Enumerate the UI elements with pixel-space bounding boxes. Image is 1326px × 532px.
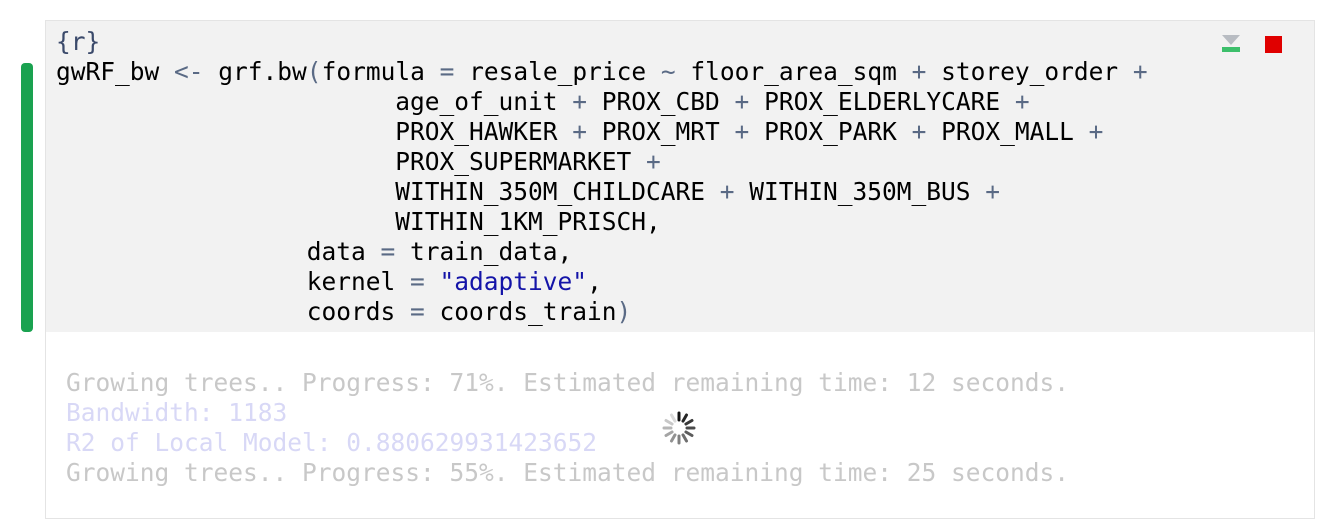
spinner-tick [664,419,674,426]
code-token: PROX_HAWKER [56,117,573,146]
spinner-tick [684,419,694,426]
stop-icon[interactable] [1265,35,1282,53]
code-token: gwRF_bw [56,57,175,86]
chunk-output: Growing trees.. Progress: 71%. Estimated… [66,368,1069,488]
code-token: = [439,57,455,86]
spinner-tick [681,433,688,443]
code-line: gwRF_bw <- grf.bw(formula = resale_price… [56,57,1148,87]
output-line: Growing trees.. Progress: 71%. Estimated… [66,368,1070,397]
loading-spinner-icon [662,411,696,445]
code-token: + [646,147,661,176]
spinner-tick [670,413,677,423]
code-token: + [985,177,1001,206]
code-token: + [1132,57,1148,86]
code-token: WITHIN_350M_BUS [734,177,986,206]
code-token: kernel [56,267,411,296]
run-all-below-icon[interactable] [1221,35,1241,53]
code-token: + [734,117,750,146]
code-token: = [410,267,425,296]
output-line: Bandwidth: 1183 [66,398,288,427]
code-line: WITHIN_350M_CHILDCARE + WITHIN_350M_BUS … [56,177,1148,207]
code-token: + [719,177,735,206]
code-line: coords = coords_train) [56,297,1148,327]
chunk-header: {r} [56,27,101,56]
running-indicator-bar [21,63,33,332]
code-token: train_data, [395,237,573,266]
code-token: data [56,237,381,266]
code-token: age_of_unit [56,87,573,116]
spinner-tick [684,430,694,437]
code-token: PROX_MALL [926,117,1089,146]
code-token: floor_area_sqm [675,57,912,86]
code-token: + [734,87,750,116]
code-token: PROX_PARK [749,117,912,146]
code-line: age_of_unit + PROX_CBD + PROX_ELDERLYCAR… [56,87,1148,117]
code-token: PROX_CBD [587,87,735,116]
code-token: = [380,237,396,266]
code-token: + [572,87,588,116]
code-token: "adaptive" [439,267,588,296]
code-token: , [587,267,602,296]
code-token: PROX_SUPERMARKET [56,147,647,176]
code-token: + [1088,117,1104,146]
chunk-toolbar [1221,35,1282,53]
output-line: Growing trees.. Progress: 55%. Estimated… [66,458,1070,487]
code-token: coords [56,297,411,326]
code-line: WITHIN_1KM_PRISCH, [56,207,1148,237]
code-token: WITHIN_1KM_PRISCH, [56,207,661,236]
code-token: formula [321,57,440,86]
code-line: PROX_HAWKER + PROX_MRT + PROX_PARK + PRO… [56,117,1148,147]
code-line: PROX_SUPERMARKET + [56,147,1148,177]
code-token: ~ [660,57,676,86]
code-lines[interactable]: {r} gwRF_bw <- grf.bw(formula = resale_pr… [56,27,1148,327]
code-token: = [410,297,425,326]
code-token: coords_train [424,297,617,326]
output-line: R2 of Local Model: 0.880629931423652 [66,428,598,457]
code-token: storey_order [926,57,1133,86]
spinner-tick [681,413,688,423]
spinner-tick [670,433,677,443]
code-token: + [572,117,588,146]
code-token: + [911,57,927,86]
code-token: PROX_MRT [587,117,735,146]
code-editor[interactable]: {r} gwRF_bw <- grf.bw(formula = resale_pr… [46,21,1314,332]
spinner-tick [664,430,674,437]
code-token: + [1014,87,1030,116]
code-token: ( [306,57,322,86]
code-line: kernel = "adaptive", [56,267,1148,297]
code-token: ) [616,297,632,326]
code-token: grf.bw [203,57,307,86]
code-token: PROX_ELDERLYCARE [749,87,1015,116]
code-token: <- [174,57,204,86]
code-token: + [911,117,927,146]
code-token: WITHIN_350M_CHILDCARE [56,177,720,206]
code-token: resale_price [454,57,661,86]
code-line: data = train_data, [56,237,1148,267]
